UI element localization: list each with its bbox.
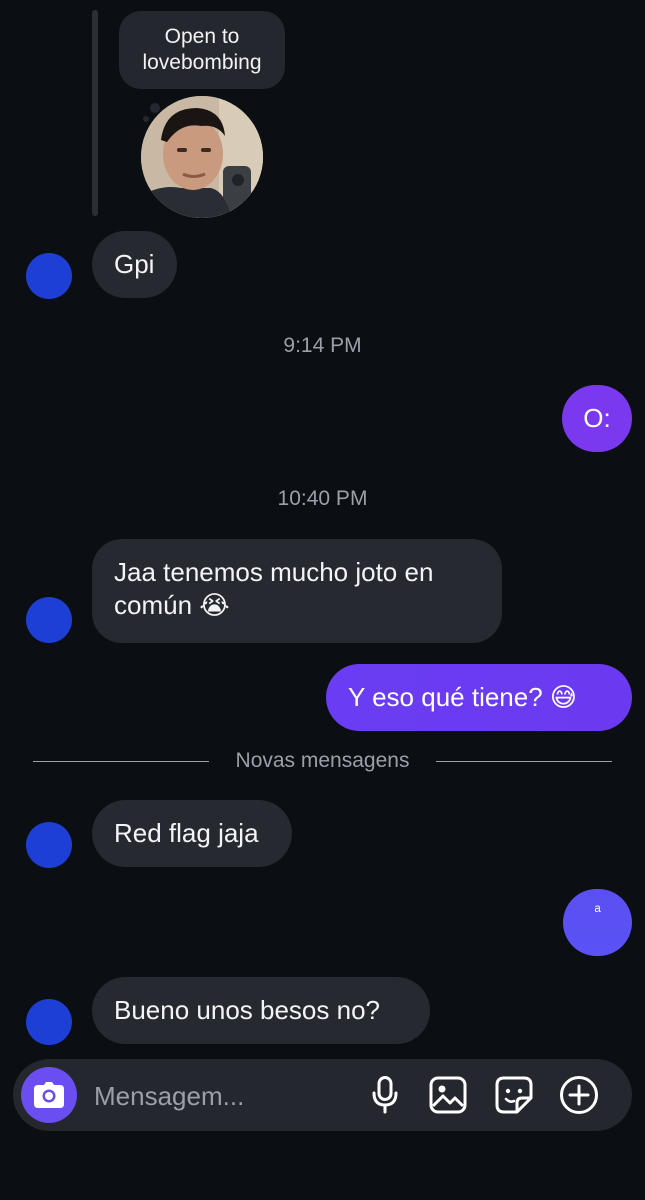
microphone-icon <box>372 1076 398 1114</box>
timestamp: 10:40 PM <box>277 487 368 510</box>
message-text: Jaa tenemos mucho joto en común 😭 <box>114 557 434 620</box>
reply-quote-bar <box>92 10 98 216</box>
contact-avatar[interactable] <box>26 597 72 643</box>
camera-button[interactable] <box>21 1067 77 1123</box>
incoming-message[interactable]: Red flag jaja <box>92 800 292 867</box>
gallery-icon <box>429 1076 467 1114</box>
message-text: Red flag jaja <box>114 818 259 848</box>
message-text: ᵃ <box>594 901 601 920</box>
camera-icon <box>34 1082 64 1108</box>
sticker-icon <box>495 1076 533 1114</box>
incoming-message[interactable]: Gpi <box>92 231 177 298</box>
message-input[interactable] <box>92 1074 356 1118</box>
contact-avatar[interactable] <box>26 253 72 299</box>
note-bubble[interactable]: Open to lovebombing <box>119 11 285 89</box>
message-text: Y eso qué tiene? 😅 <box>348 682 578 712</box>
sticker-button[interactable] <box>494 1075 534 1115</box>
message-text: Gpi <box>114 249 155 279</box>
gallery-button[interactable] <box>428 1075 468 1115</box>
outgoing-message[interactable]: O: <box>562 385 632 452</box>
outgoing-message[interactable]: Y eso qué tiene? 😅 <box>326 664 632 731</box>
note-text: Open to lovebombing <box>142 25 262 74</box>
plus-icon <box>560 1076 598 1114</box>
message-text: Bueno unos besos no? <box>114 995 380 1025</box>
incoming-message[interactable]: Bueno unos besos no? <box>92 977 430 1044</box>
story-avatar[interactable] <box>141 96 263 218</box>
plus-button[interactable] <box>559 1075 599 1115</box>
note-tail-dot <box>150 103 160 113</box>
message-text: O: <box>583 403 611 433</box>
note-tail-dot-small <box>143 116 149 122</box>
contact-avatar[interactable] <box>26 822 72 868</box>
incoming-message[interactable]: Jaa tenemos mucho joto en común 😭 <box>92 539 502 643</box>
timestamp: 9:14 PM <box>283 334 362 357</box>
outgoing-message[interactable]: ᵃ <box>563 889 632 956</box>
contact-avatar[interactable] <box>26 999 72 1045</box>
person-photo-icon <box>141 96 263 218</box>
divider-line-right <box>436 761 612 762</box>
microphone-button[interactable] <box>365 1075 405 1115</box>
